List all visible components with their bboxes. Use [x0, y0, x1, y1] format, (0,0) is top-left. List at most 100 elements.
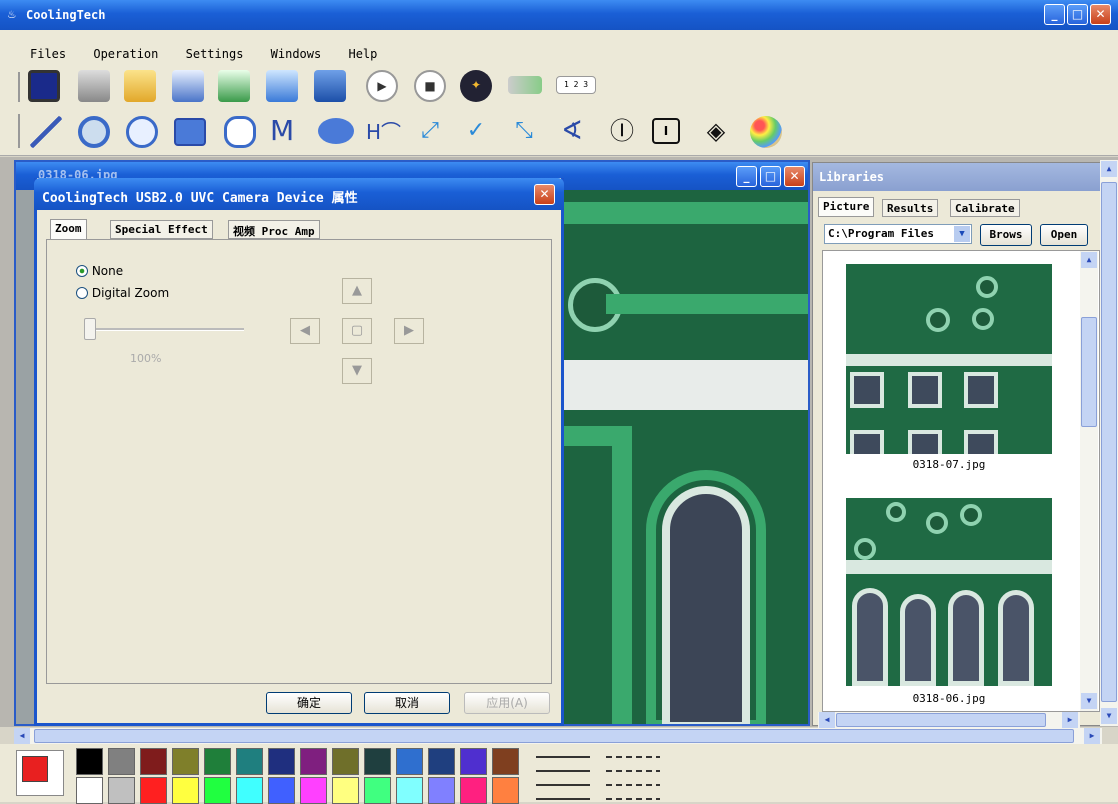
zoom-tool-icon[interactable] [78, 116, 110, 148]
color-swatch-top-7[interactable] [300, 748, 327, 775]
color-swatch-bottom-8[interactable] [332, 777, 359, 804]
dialog-close-button[interactable]: ✕ [534, 184, 555, 205]
browse-button[interactable]: Brows [980, 224, 1032, 246]
camera-icon[interactable] [78, 70, 110, 102]
distance-tool-icon[interactable]: ⤢ [414, 116, 446, 148]
pan-center-button[interactable]: ▢ [342, 318, 372, 344]
circle-center-icon[interactable]: Ⓘ [606, 116, 638, 148]
word-export-icon[interactable] [172, 70, 204, 102]
color-swatch-bottom-7[interactable] [300, 777, 327, 804]
zoom-slider-track[interactable] [84, 328, 244, 331]
thumbnail-image-0318-06[interactable] [846, 498, 1052, 686]
pan-up-button[interactable]: ▲ [342, 278, 372, 304]
main-hscrollbar[interactable]: ◀ ▶ [14, 728, 1102, 744]
color-swatch-top-5[interactable] [236, 748, 263, 775]
polygon-tool-icon[interactable] [224, 116, 256, 148]
scale-icon[interactable]: 1 2 3 [556, 76, 596, 94]
menu-settings[interactable]: Settings [186, 47, 244, 61]
color-swatch-top-12[interactable] [460, 748, 487, 775]
color-swatch-top-13[interactable] [492, 748, 519, 775]
image-minimize-button[interactable]: _ [736, 166, 757, 187]
open-button[interactable]: Open [1040, 224, 1088, 246]
wrench-settings-icon[interactable]: ✦ [460, 70, 492, 102]
vertex-angle-icon[interactable]: ∢ [556, 116, 588, 148]
thumbnail-image-0318-07[interactable] [846, 264, 1052, 454]
ruler-icon[interactable] [508, 76, 542, 94]
color-swatch-top-11[interactable] [428, 748, 455, 775]
apply-button[interactable]: 应用(A) [464, 692, 550, 714]
menu-files[interactable]: Files [30, 47, 66, 61]
library-hscrollbar[interactable]: ◀ ▶ [818, 712, 1080, 728]
angle-tool-icon[interactable]: ✓ [460, 116, 492, 148]
color-swatch-top-1[interactable] [108, 748, 135, 775]
color-swatch-top-10[interactable] [396, 748, 423, 775]
open-folder-icon[interactable] [124, 70, 156, 102]
color-swatch-top-4[interactable] [204, 748, 231, 775]
thumbnail-scrollbar[interactable]: ▲ ▼ [1080, 251, 1098, 711]
color-swatch-top-0[interactable] [76, 748, 103, 775]
tab-results[interactable]: Results [882, 199, 939, 217]
color-swatch-bottom-11[interactable] [428, 777, 455, 804]
color-swatch-top-6[interactable] [268, 748, 295, 775]
color-swatch-top-2[interactable] [140, 748, 167, 775]
color-palette-icon[interactable] [750, 116, 782, 148]
tab-special-effect[interactable]: Special Effect [110, 220, 213, 239]
line-style-dashed-icon[interactable] [606, 750, 660, 800]
path-select[interactable]: C:\Program Files ▼ [824, 224, 972, 244]
rectangle-tool-icon[interactable] [174, 118, 206, 146]
pan-down-button[interactable]: ▼ [342, 358, 372, 384]
menu-help[interactable]: Help [348, 47, 377, 61]
color-swatch-top-9[interactable] [364, 748, 391, 775]
color-swatch-bottom-9[interactable] [364, 777, 391, 804]
color-swatch-bottom-4[interactable] [204, 777, 231, 804]
tab-calibrate[interactable]: Calibrate [950, 199, 1020, 217]
ellipse-tool-icon[interactable] [318, 118, 354, 144]
color-swatch-top-3[interactable] [172, 748, 199, 775]
pan-right-button[interactable]: ▶ [394, 318, 424, 344]
maximize-button[interactable]: □ [1067, 4, 1088, 25]
color-swatch-bottom-1[interactable] [108, 777, 135, 804]
refresh-icon[interactable] [266, 70, 298, 102]
pan-left-button[interactable]: ◀ [290, 318, 320, 344]
radio-digital-zoom[interactable]: Digital Zoom [76, 286, 169, 300]
color-swatch-bottom-0[interactable] [76, 777, 103, 804]
menu-windows[interactable]: Windows [271, 47, 322, 61]
line-style-solid-icon[interactable] [536, 750, 590, 800]
stop-icon[interactable]: ■ [414, 70, 446, 102]
color-swatch-bottom-6[interactable] [268, 777, 295, 804]
image-maximize-button[interactable]: □ [760, 166, 781, 187]
thumb-scroll-down[interactable]: ▼ [1081, 693, 1097, 709]
tab-proc-amp[interactable]: 视频 Proc Amp [228, 220, 320, 239]
save-icon[interactable] [314, 70, 346, 102]
color-swatch-bottom-3[interactable] [172, 777, 199, 804]
tab-picture[interactable]: Picture [818, 197, 875, 217]
select-circle-icon[interactable] [126, 116, 158, 148]
text-tool-icon[interactable]: I [652, 118, 680, 144]
zoom-slider-thumb[interactable] [84, 318, 96, 340]
color-swatch-bottom-10[interactable] [396, 777, 423, 804]
close-button[interactable]: ✕ [1090, 4, 1111, 25]
cancel-button[interactable]: 取消 [364, 692, 450, 714]
image-close-button[interactable]: ✕ [784, 166, 805, 187]
color-swatch-bottom-5[interactable] [236, 777, 263, 804]
main-vscrollbar[interactable]: ▲ ▼ [1100, 160, 1118, 726]
radio-none[interactable]: None [76, 264, 123, 278]
color-swatch-bottom-2[interactable] [140, 777, 167, 804]
arc-tool-icon[interactable]: H⌒ [366, 116, 401, 148]
play-icon[interactable]: ▶ [366, 70, 398, 102]
thumb-scroll-up[interactable]: ▲ [1081, 252, 1097, 268]
color-swatch-bottom-12[interactable] [460, 777, 487, 804]
thumb-scroll-handle[interactable] [1081, 317, 1097, 427]
minimize-button[interactable]: _ [1044, 4, 1065, 25]
color-swatch-bottom-13[interactable] [492, 777, 519, 804]
polyline-tool-icon[interactable]: M [270, 116, 302, 148]
diamond-tool-icon[interactable]: ◈ [700, 116, 732, 148]
video-capture-icon[interactable] [28, 70, 60, 102]
ok-button[interactable]: 确定 [266, 692, 352, 714]
line-tool-icon[interactable] [30, 116, 62, 148]
tab-zoom[interactable]: Zoom [50, 219, 87, 240]
color-swatch-top-8[interactable] [332, 748, 359, 775]
parallel-tool-icon[interactable]: ⤡ [508, 116, 540, 148]
menu-operation[interactable]: Operation [93, 47, 158, 61]
excel-export-icon[interactable] [218, 70, 250, 102]
